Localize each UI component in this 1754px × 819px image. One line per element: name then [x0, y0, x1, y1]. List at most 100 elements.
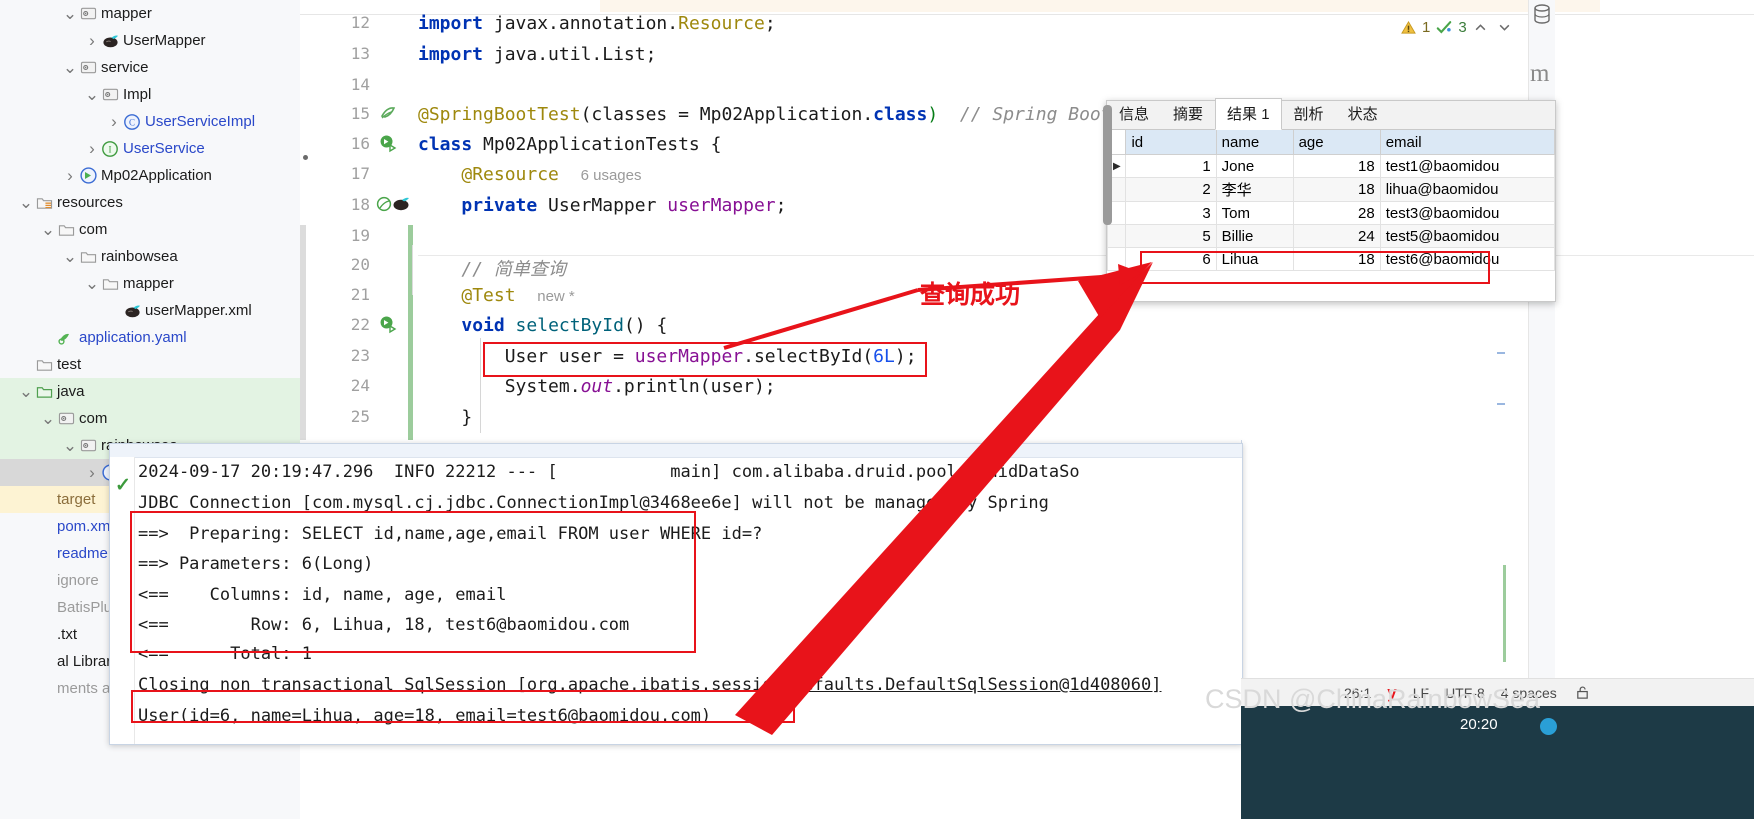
code-line-18[interactable]: private UserMapper userMapper; — [418, 195, 786, 216]
cell-email[interactable]: lihua@baomidou — [1379, 177, 1556, 202]
code-line-20[interactable]: // 简单查询 — [418, 255, 566, 281]
tree-item-com[interactable]: ⌄ com — [0, 216, 300, 243]
cell-email[interactable]: test1@baomidou — [1379, 154, 1556, 178]
cell-age[interactable]: 18 — [1292, 154, 1381, 178]
cell-name[interactable]: Tom — [1215, 201, 1294, 225]
code-line-17[interactable]: @Resource 6 usages — [418, 164, 641, 185]
code-line-22[interactable]: void selectById() { — [418, 315, 667, 336]
database-icon[interactable] — [1533, 4, 1551, 24]
cell-id[interactable]: 5 — [1125, 224, 1217, 248]
cell-name[interactable]: 李华 — [1215, 177, 1294, 202]
tree-item-test[interactable]: test — [0, 351, 300, 378]
column-header-email[interactable]: email — [1379, 130, 1556, 155]
tree-item-com[interactable]: ⌄ com — [0, 405, 300, 432]
tree-item-mapper[interactable]: ⌄ mapper — [0, 270, 300, 297]
console-line-3[interactable]: ==> Parameters: 6(Long) — [138, 554, 373, 574]
chevron-right-icon[interactable]: › — [84, 459, 100, 486]
code-line-12[interactable]: import javax.annotation.Resource; — [418, 13, 776, 34]
chevron-down-icon[interactable]: ⌄ — [18, 194, 34, 211]
code-line-24[interactable]: System.out.println(user); — [418, 376, 776, 397]
chevron-down-icon[interactable]: ⌄ — [62, 248, 78, 265]
chevron-up-icon[interactable] — [1471, 17, 1491, 37]
tree-item-userserviceimpl[interactable]: › C UserServiceImpl — [0, 108, 300, 135]
cell-email[interactable]: test3@baomidou — [1379, 201, 1556, 225]
chevron-down-icon[interactable]: ⌄ — [40, 221, 56, 238]
console-line-7[interactable]: Closing non transactional SqlSession [or… — [138, 675, 1162, 695]
tree-item-impl[interactable]: ⌄ Impl — [0, 81, 300, 108]
cell-id[interactable]: 6 — [1125, 247, 1217, 271]
chevron-down-icon[interactable]: ⌄ — [62, 437, 78, 454]
table-row[interactable]: 3 Tom 28 test3@baomidou — [1106, 201, 1556, 225]
cell-id[interactable]: 1 — [1125, 154, 1217, 178]
code-line-25[interactable]: } — [418, 407, 472, 428]
cell-age[interactable]: 18 — [1292, 177, 1381, 202]
chevron-down-icon[interactable]: ⌄ — [62, 5, 78, 22]
console-line-1[interactable]: JDBC Connection [com.mysql.cj.jdbc.Conne… — [138, 493, 1049, 513]
chevron-down-icon[interactable]: ⌄ — [40, 410, 56, 427]
cell-id[interactable]: 3 — [1125, 201, 1217, 225]
tree-item-usermapper[interactable]: › UserMapper — [0, 27, 300, 54]
tree-item-java[interactable]: ⌄ java — [0, 378, 300, 405]
console-line-8[interactable]: User(id=6, name=Lihua, age=18, email=tes… — [138, 706, 711, 726]
db-panel-scrollbar[interactable] — [1103, 105, 1112, 225]
cell-age[interactable]: 28 — [1292, 201, 1381, 225]
table-row[interactable]: ▶ 1 Jone 18 test1@baomidou — [1106, 154, 1556, 178]
code-line-23[interactable]: User user = userMapper.selectById(6L); — [418, 346, 917, 367]
inspection-widget[interactable]: 1 3 — [1398, 14, 1515, 40]
cell-email[interactable]: test5@baomidou — [1379, 224, 1556, 248]
cell-name[interactable]: Lihua — [1215, 247, 1294, 271]
chevron-down-icon[interactable]: ⌄ — [84, 275, 100, 292]
cell-id[interactable]: 2 — [1125, 177, 1217, 202]
spring-leaf-icon[interactable] — [378, 103, 398, 123]
table-row[interactable]: 2 李华 18 lihua@baomidou — [1106, 177, 1556, 202]
console-line-6[interactable]: <== Total: 1 — [138, 644, 312, 664]
cell-email[interactable]: test6@baomidou — [1379, 247, 1556, 271]
tree-item-application-yaml[interactable]: application.yaml — [0, 324, 300, 351]
cell-age[interactable]: 18 — [1292, 247, 1381, 271]
chevron-down-icon[interactable]: ⌄ — [62, 59, 78, 76]
tree-item-userservice[interactable]: › I UserService — [0, 135, 300, 162]
code-line-15[interactable]: @SpringBootTest(classes = Mp02Applicatio… — [418, 104, 1112, 125]
database-results-panel[interactable]: 信息 摘要 结果 1 剖析 状态 id name age email ▶ 1 Jone 18 test… — [1103, 98, 1556, 302]
column-header-id[interactable]: id — [1125, 130, 1217, 155]
code-line-16[interactable]: class Mp02ApplicationTests { — [418, 134, 721, 155]
column-header-name[interactable]: name — [1215, 130, 1294, 155]
breakpoint-dot[interactable] — [303, 155, 308, 160]
tree-item-mapper[interactable]: ⌄ mapper — [0, 0, 300, 27]
console-line-0[interactable]: 2024-09-17 20:19:47.296 INFO 22212 --- [… — [138, 462, 1080, 482]
chevron-right-icon[interactable]: › — [62, 162, 78, 189]
console-line-4[interactable]: <== Columns: id, name, age, email — [138, 585, 506, 605]
tree-item-mp02application[interactable]: › Mp02Application — [0, 162, 300, 189]
unlocked-icon[interactable] — [1573, 683, 1593, 703]
db-tab-3[interactable]: 剖析 — [1282, 98, 1336, 129]
chevron-right-icon[interactable]: › — [84, 27, 100, 54]
db-tab-0[interactable]: 信息 — [1107, 98, 1161, 129]
code-line-13[interactable]: import java.util.List; — [418, 44, 656, 65]
run-test-icon[interactable] — [378, 314, 398, 334]
run-test-icon[interactable] — [378, 133, 398, 153]
code-line-21[interactable]: @Test new * — [418, 285, 574, 306]
chevron-right-icon[interactable]: › — [106, 108, 122, 135]
console-line-5[interactable]: <== Row: 6, Lihua, 18, test6@baomidou.co… — [138, 615, 629, 635]
console-line-2[interactable]: ==> Preparing: SELECT id,name,age,email … — [138, 524, 762, 544]
column-header-age[interactable]: age — [1292, 130, 1381, 155]
tree-item-service[interactable]: ⌄ service — [0, 54, 300, 81]
tree-item-usermapper-xml[interactable]: userMapper.xml — [0, 297, 300, 324]
console-output-panel[interactable]: ✓ 2024-09-17 20:19:47.296 INFO 22212 ---… — [109, 443, 1243, 745]
chevron-right-icon[interactable]: › — [84, 135, 100, 162]
cell-age[interactable]: 24 — [1292, 224, 1381, 248]
chevron-down-icon[interactable] — [1495, 17, 1515, 37]
chevron-down-icon[interactable]: ⌄ — [84, 86, 100, 103]
db-tab-2[interactable]: 结果 1 — [1215, 98, 1282, 130]
query-results-table[interactable]: id name age email ▶ 1 Jone 18 test1@baomidou 2 李华… — [1106, 130, 1556, 271]
cell-name[interactable]: Jone — [1215, 154, 1294, 178]
tree-item-rainbowsea[interactable]: ⌄ rainbowsea — [0, 243, 300, 270]
db-tab-bar[interactable]: 信息 摘要 结果 1 剖析 状态 — [1107, 98, 1555, 130]
db-tab-4[interactable]: 状态 — [1336, 98, 1390, 129]
table-row[interactable]: 6 Lihua 18 test6@baomidou — [1106, 247, 1556, 271]
table-row[interactable]: 5 Billie 24 test5@baomidou — [1106, 224, 1556, 248]
tree-item-resources[interactable]: ⌄ resources — [0, 189, 300, 216]
bean-mybatis-icon[interactable] — [374, 194, 412, 214]
maven-rail-label[interactable]: m — [1530, 60, 1549, 88]
chevron-down-icon[interactable]: ⌄ — [18, 383, 34, 400]
